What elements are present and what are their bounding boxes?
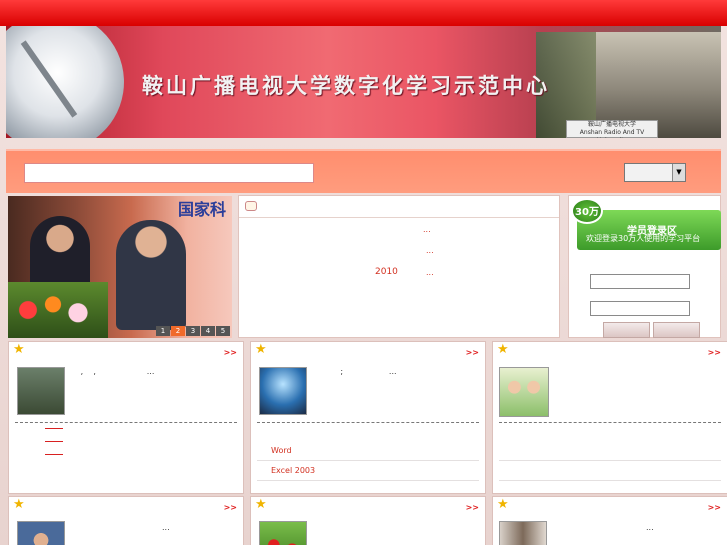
news-item-3[interactable]: ... [426,268,434,277]
slider-page-4[interactable]: 4 [201,326,215,336]
link-underline-2[interactable] [45,441,63,442]
search-bar: ▼ [6,149,721,193]
more-link[interactable]: >> [224,503,237,512]
news-item-2[interactable]: ... [426,246,434,255]
register-button[interactable] [653,322,700,338]
slider-page-1[interactable]: 1 [156,326,170,336]
news-panel-header [239,196,559,218]
course-card-3: ★ >> [492,341,727,494]
campus-sign: 鞍山广播电视大学 Anshan Radio And TV University [566,120,658,138]
star-icon: ★ [255,342,267,357]
slider-page-5[interactable]: 5 [216,326,230,336]
course-thumbnail[interactable] [499,521,547,545]
divider [15,422,237,423]
list-item-word[interactable]: Word [257,441,479,461]
news-item-1[interactable]: ... [423,225,431,234]
divider [499,422,721,423]
star-icon: ★ [497,497,509,512]
divider [257,422,479,423]
more-link[interactable]: >> [708,348,721,357]
course-description: ; ... [315,367,397,376]
more-link[interactable]: >> [224,348,237,357]
slider-page-2[interactable]: 2 [171,326,185,336]
slider-page-3[interactable]: 3 [186,326,200,336]
course-thumbnail[interactable] [17,367,65,415]
link-underline-3[interactable] [45,454,63,455]
course-thumbnail[interactable] [499,367,549,417]
slider-pager: 1 2 3 4 5 [156,326,230,336]
news-item-3-year[interactable]: 2010 [375,267,398,277]
more-link[interactable]: >> [466,348,479,357]
list-item[interactable] [499,441,721,461]
page: 鞍山广播电视大学 Anshan Radio And TV University … [0,0,727,545]
course-card-4: ★ >> ... [8,496,244,545]
login-subtitle: 欢迎登录30万人使用的学习平台 [586,234,701,243]
course-card-1: ★ >> , , ... [8,341,244,494]
password-field[interactable] [590,301,690,316]
more-link[interactable]: >> [708,503,721,512]
campus-sign-line1: 鞍山广播电视大学 [587,121,636,128]
header-banner: 鞍山广播电视大学 Anshan Radio And TV University … [6,26,721,138]
more-link[interactable]: >> [466,503,479,512]
course-card-6: ★ >> ... [492,496,727,545]
chevron-down-icon[interactable]: ▼ [672,164,685,181]
slider-sign-text: 国家科 [177,200,226,219]
site-title: 鞍山广播电视大学数字化学习示范中心 [142,73,550,98]
chat-bubble-icon [245,201,257,211]
course-description: ... [73,523,170,532]
news-panel: ... ... 2010 ... [238,195,560,338]
list-item-excel[interactable]: Excel 2003 [257,461,479,481]
username-field[interactable] [590,274,690,289]
star-icon: ★ [13,497,25,512]
campus-sign-line2: Anshan Radio And TV University [579,129,645,138]
site-select-dropdown[interactable]: ▼ [624,163,686,182]
login-banner: 30万 学员登录区 欢迎登录30万人使用的学习平台 [571,198,721,250]
login-button[interactable] [603,322,650,338]
slider-person-right [116,220,186,330]
course-description: , , ... [73,367,155,376]
login-badge: 30万 [571,198,603,224]
course-thumbnail[interactable] [17,521,65,545]
course-description: ... [557,523,654,532]
slider-flowers [8,282,108,338]
star-icon: ★ [13,342,25,357]
course-card-5: ★ >> [250,496,486,545]
star-icon: ★ [497,342,509,357]
course-card-2: ★ >> ; ... Word Excel 2003 [250,341,486,494]
star-icon: ★ [255,497,267,512]
course-thumbnail[interactable] [259,521,307,545]
course-thumbnail[interactable] [259,367,307,415]
link-underline-1[interactable] [45,428,63,429]
top-stripe [0,0,727,26]
list-item[interactable] [499,461,721,481]
photo-slider[interactable]: 国家科 1 2 3 4 5 [8,196,232,338]
login-panel: 30万 学员登录区 欢迎登录30万人使用的学习平台 [568,195,721,338]
search-input[interactable] [24,163,314,183]
